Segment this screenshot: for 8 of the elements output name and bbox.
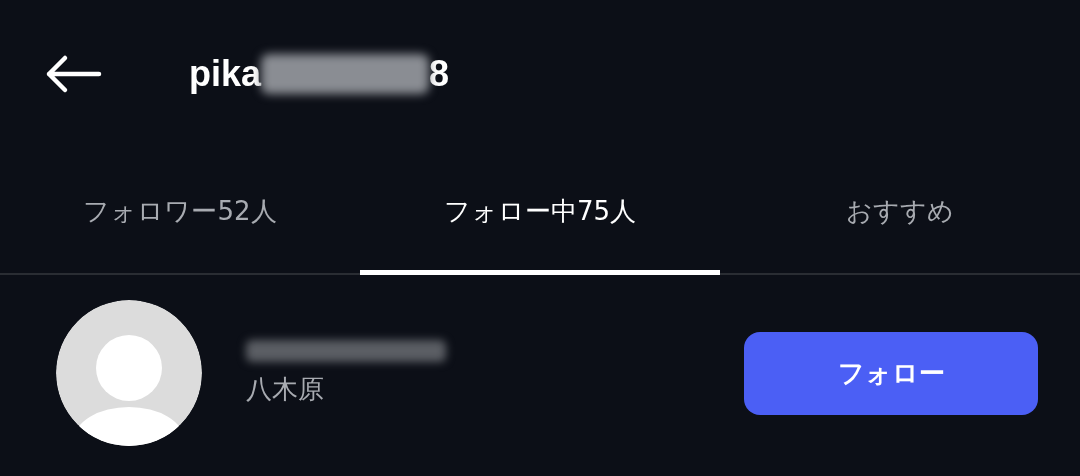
tab[interactable]: フォロー中75人: [360, 150, 720, 275]
tab[interactable]: フォロワー52人: [0, 150, 360, 275]
tab[interactable]: おすすめ: [720, 150, 1080, 275]
display-name: 八木原: [246, 372, 325, 406]
follow-button[interactable]: フォロー: [744, 331, 1038, 415]
avatar-icon[interactable]: [56, 300, 202, 446]
username-title-end: 8: [429, 53, 450, 95]
username-title: pika: [189, 53, 262, 95]
